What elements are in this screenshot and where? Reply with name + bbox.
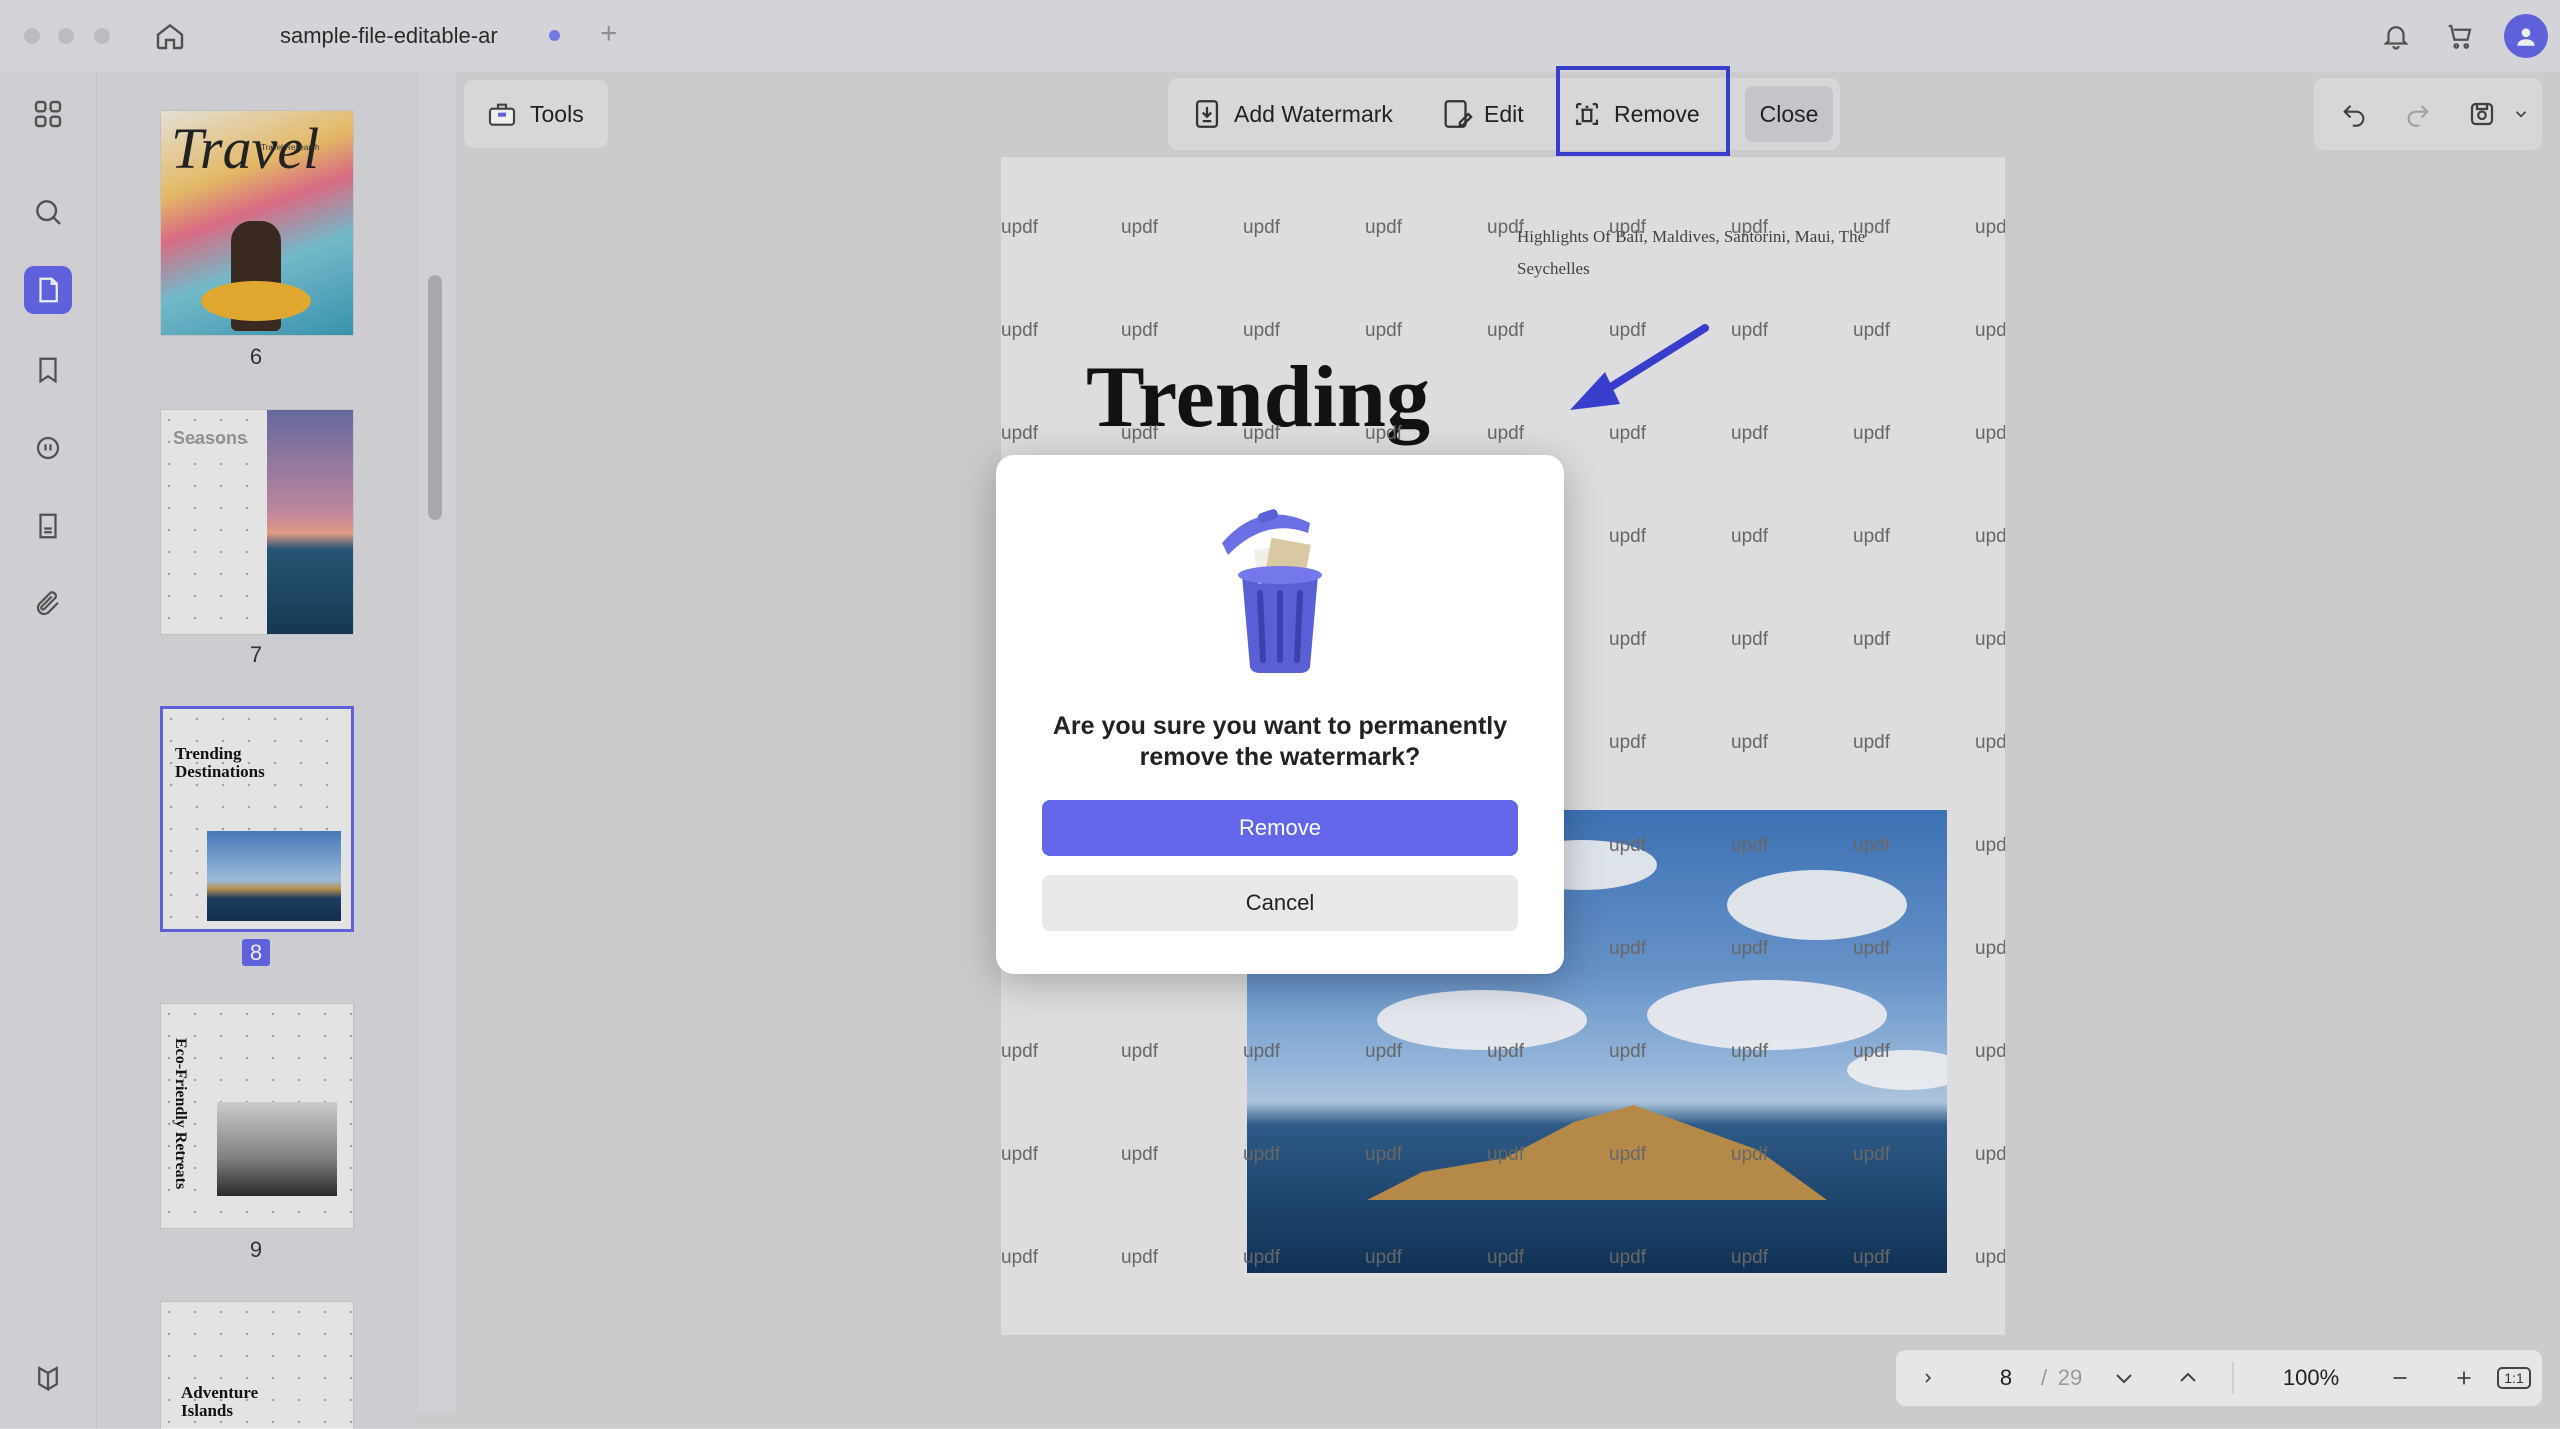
next-page-icon[interactable] [2104, 1350, 2144, 1406]
total-pages: 29 [2057, 1365, 2083, 1390]
confirm-remove-button[interactable]: Remove [1042, 800, 1518, 856]
divider [2232, 1362, 2234, 1394]
dialog-message: Are you sure you want to permanently rem… [1052, 712, 1508, 771]
actual-size-button[interactable]: 1:1 [2492, 1350, 2536, 1406]
cancel-button[interactable]: Cancel [1042, 875, 1518, 931]
pagination-bar: 8 / 29 100% 1:1 [1896, 1350, 2542, 1406]
zoom-in-icon[interactable] [2444, 1350, 2484, 1406]
chevron-right-icon[interactable] [1910, 1350, 1946, 1406]
actual-size-label: 1:1 [2497, 1367, 2531, 1389]
remove-watermark-dialog: Are you sure you want to permanently rem… [996, 455, 1564, 974]
previous-page-icon[interactable] [2168, 1350, 2208, 1406]
zoom-level[interactable]: 100% [2256, 1350, 2366, 1406]
zoom-out-icon[interactable] [2380, 1350, 2420, 1406]
trash-can-icon [1222, 509, 1322, 673]
